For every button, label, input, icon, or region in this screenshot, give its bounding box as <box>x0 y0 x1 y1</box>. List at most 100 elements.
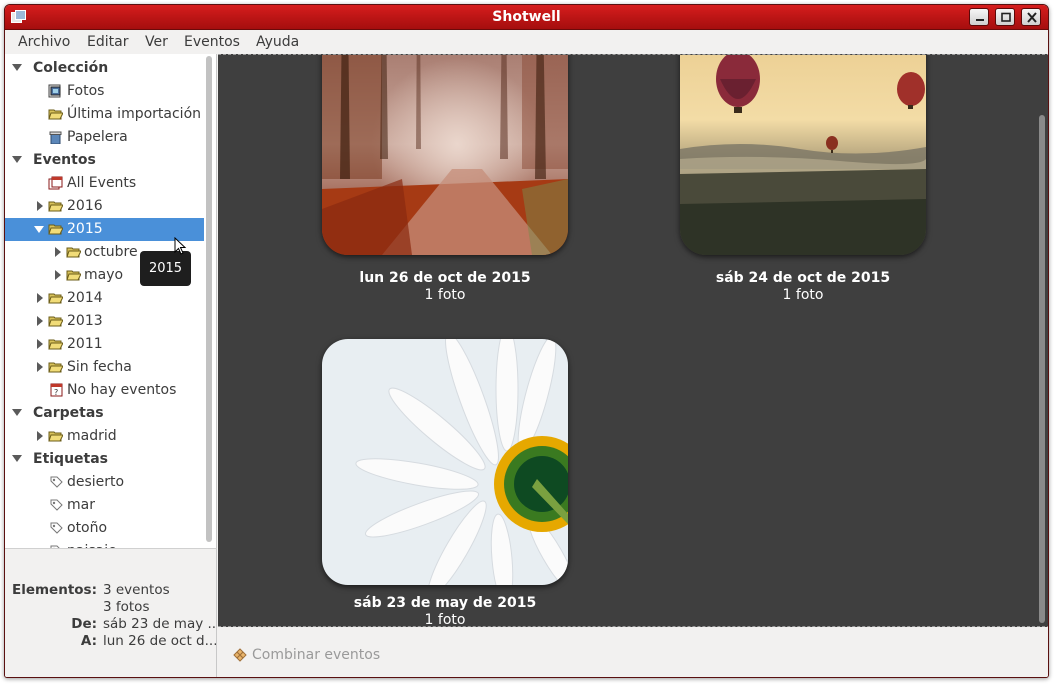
menu-archivo[interactable]: Archivo <box>18 34 70 50</box>
content-scrollbar[interactable] <box>1039 115 1045 623</box>
tag-icon <box>50 476 63 488</box>
maximize-icon <box>1001 12 1011 22</box>
sidebar-header-label: Carpetas <box>33 405 104 421</box>
info-label-a: A: <box>80 633 97 649</box>
sidebar-item-mar[interactable]: mar <box>5 494 204 517</box>
sidebar-item-label: 2015 <box>67 221 103 237</box>
sidebar-item-fotos[interactable]: Fotos <box>5 80 204 103</box>
sidebar-item-label: Sin fecha <box>67 359 132 375</box>
info-value-a: lun 26 de oct d... <box>103 633 216 649</box>
menu-ver[interactable]: Ver <box>145 34 168 50</box>
sidebar-item-2013[interactable]: 2013 <box>5 310 204 333</box>
folder-icon <box>48 293 63 304</box>
event-photo-count: 1 foto <box>424 287 466 303</box>
folder-icon <box>48 201 63 212</box>
close-icon <box>1027 12 1037 23</box>
mouse-cursor-icon <box>174 237 187 255</box>
expander-right-icon[interactable] <box>37 339 43 349</box>
photos-icon <box>48 84 61 98</box>
close-button[interactable] <box>1021 8 1041 26</box>
expander-right-icon[interactable] <box>37 362 43 372</box>
sidebar-item-label: desierto <box>67 474 125 490</box>
info-panel: Elementos: 3 eventos 3 fotos De: sáb 23 … <box>5 548 217 677</box>
events-grid: lun 26 de oct de 2015 1 foto sáb 24 de o… <box>218 54 1048 627</box>
expander-right-icon[interactable] <box>55 247 61 257</box>
menu-ayuda[interactable]: Ayuda <box>256 34 299 50</box>
folder-icon <box>66 247 81 258</box>
sidebar-header-coleccion[interactable]: Colección <box>5 57 204 80</box>
tag-icon <box>50 499 63 511</box>
sidebar-item-label: mar <box>67 497 95 513</box>
sidebar-item-label: 2016 <box>67 198 103 214</box>
sidebar-header-eventos[interactable]: Eventos <box>5 149 204 172</box>
event-title: sáb 23 de may de 2015 <box>353 595 537 611</box>
expander-down-icon[interactable] <box>12 156 22 163</box>
minimize-button[interactable] <box>969 8 989 26</box>
no-event-icon: ? <box>50 383 63 397</box>
folder-icon <box>48 316 63 327</box>
sidebar-header-label: Colección <box>33 60 109 76</box>
expander-down-icon[interactable] <box>34 226 44 233</box>
sidebar-item-label: No hay eventos <box>67 382 177 398</box>
info-value-eventos: 3 eventos <box>103 582 170 598</box>
sidebar-scrollbar[interactable] <box>206 56 212 542</box>
folder-icon <box>48 362 63 373</box>
title-bar[interactable]: Shotwell <box>5 5 1048 30</box>
expander-right-icon[interactable] <box>37 201 43 211</box>
sidebar-item-all-events[interactable]: All Events <box>5 172 204 195</box>
info-value-fotos: 3 fotos <box>103 599 150 615</box>
expander-down-icon[interactable] <box>12 455 22 462</box>
expander-right-icon[interactable] <box>37 293 43 303</box>
sidebar-item-label: octubre <box>84 244 138 260</box>
menu-eventos[interactable]: Eventos <box>184 34 240 50</box>
merge-events-label: Combinar eventos <box>252 647 381 663</box>
menu-editar[interactable]: Editar <box>87 34 128 50</box>
sidebar-item-desierto[interactable]: desierto <box>5 471 204 494</box>
expander-down-icon[interactable] <box>12 409 22 416</box>
sidebar-item-label: mayo <box>84 267 124 283</box>
sidebar-item-sin-fecha[interactable]: Sin fecha <box>5 356 204 379</box>
hot-air-balloons-image <box>680 55 926 255</box>
folder-open-icon <box>48 109 63 120</box>
sidebar-item-label: 2013 <box>67 313 103 329</box>
info-label-de: De: <box>71 616 97 632</box>
sidebar-item-label: otoño <box>67 520 108 536</box>
event-thumbnail[interactable] <box>322 339 568 585</box>
white-daisy-image <box>322 339 568 585</box>
folder-icon <box>48 431 63 442</box>
sidebar-item-no-hay-eventos[interactable]: ? No hay eventos <box>5 379 204 402</box>
shotwell-window: Shotwell Archivo Editar Ver Eventos Ayud… <box>4 4 1049 678</box>
folder-icon <box>48 224 63 235</box>
sidebar-item-papelera[interactable]: Papelera <box>5 126 204 149</box>
merge-icon <box>233 648 247 662</box>
expander-right-icon[interactable] <box>37 431 43 441</box>
sidebar-item-ultima-importacion[interactable]: Última importación <box>5 103 204 126</box>
event-photo-count: 1 foto <box>782 287 824 303</box>
event-thumbnail[interactable] <box>322 55 568 255</box>
svg-text:?: ? <box>54 388 58 397</box>
expander-down-icon[interactable] <box>12 64 22 71</box>
maximize-button[interactable] <box>995 8 1015 26</box>
sidebar-item-2014[interactable]: 2014 <box>5 287 204 310</box>
sidebar-header-etiquetas[interactable]: Etiquetas <box>5 448 204 471</box>
sidebar-item-2011[interactable]: 2011 <box>5 333 204 356</box>
expander-right-icon[interactable] <box>55 270 61 280</box>
sidebar: Colección Fotos Última importación Papel… <box>5 54 217 548</box>
event-thumbnail[interactable] <box>680 55 926 255</box>
folder-icon <box>66 270 81 281</box>
events-icon <box>48 176 63 190</box>
sidebar-header-carpetas[interactable]: Carpetas <box>5 402 204 425</box>
sidebar-item-label: Fotos <box>67 83 105 99</box>
sidebar-item-otono[interactable]: otoño <box>5 517 204 540</box>
bottom-toolbar: Combinar eventos <box>218 627 1048 677</box>
tag-icon <box>50 522 63 534</box>
sidebar-item-madrid[interactable]: madrid <box>5 425 204 448</box>
info-label-elementos: Elementos: <box>11 582 97 598</box>
window-title: Shotwell <box>492 9 561 25</box>
sidebar-item-2016[interactable]: 2016 <box>5 195 204 218</box>
sidebar-item-paisaje[interactable]: paisaje <box>5 540 204 548</box>
sidebar-item-label: Última importación <box>67 106 202 122</box>
sidebar-item-label: 2011 <box>67 336 103 352</box>
expander-right-icon[interactable] <box>37 316 43 326</box>
sidebar-item-label: All Events <box>67 175 137 191</box>
